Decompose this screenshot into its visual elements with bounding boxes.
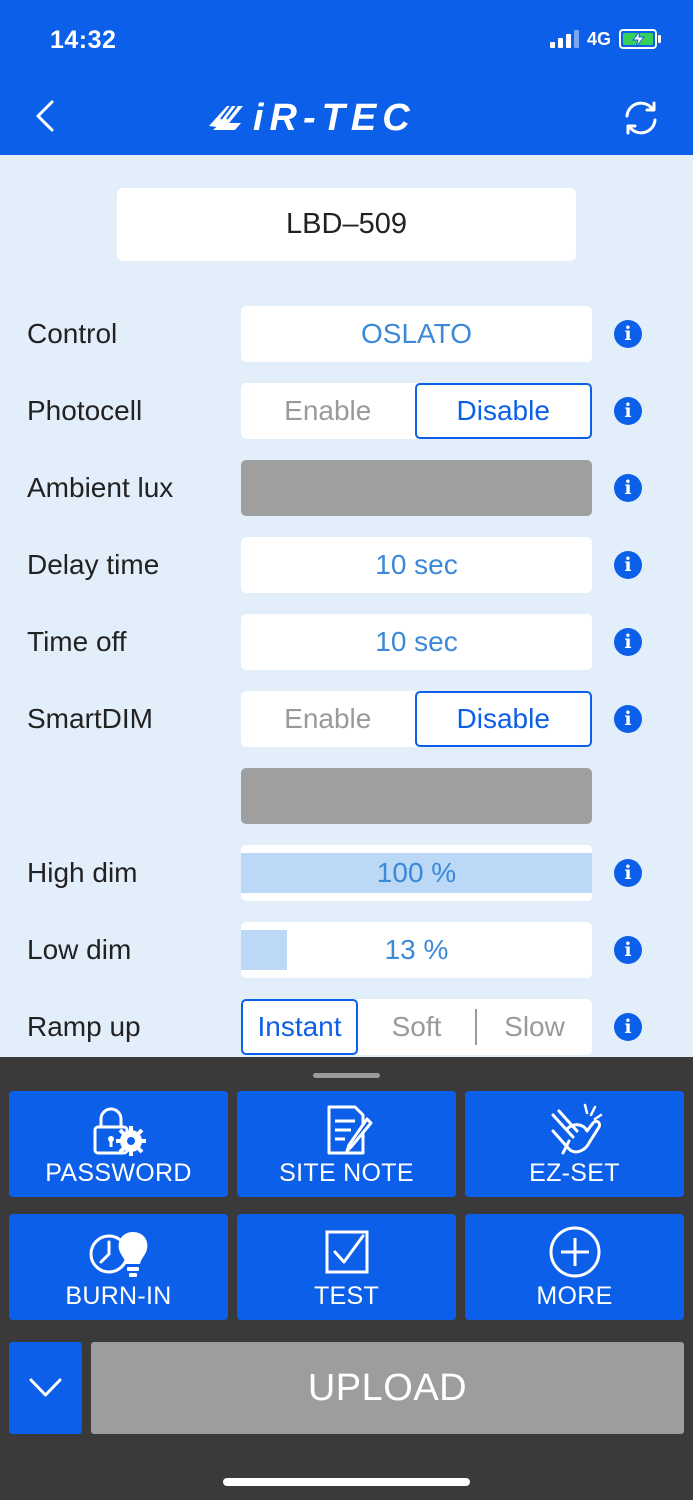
checkbox-icon	[325, 1230, 368, 1274]
control-select[interactable]: OSLATO	[241, 306, 592, 362]
lock-gear-icon	[93, 1107, 146, 1156]
test-button[interactable]: TEST	[237, 1214, 456, 1320]
smartdim-disable-option[interactable]: Disable	[414, 691, 592, 747]
network-type: 4G	[586, 28, 611, 49]
password-label: PASSWORD	[45, 1159, 192, 1187]
low-dim-slider[interactable]: 13 %	[241, 922, 592, 978]
plus-circle-icon	[549, 1226, 600, 1278]
photocell-info-icon[interactable]: i	[614, 397, 642, 425]
more-label: MORE	[536, 1282, 613, 1310]
ramp-up-label: Ramp up	[27, 1011, 141, 1042]
burn-in-button[interactable]: BURN-IN	[9, 1214, 228, 1320]
photocell-toggle: Enable Disable	[241, 383, 592, 439]
ambient-lux-info-icon[interactable]: i	[614, 474, 642, 502]
photocell-label: Photocell	[27, 395, 143, 426]
test-label: TEST	[313, 1282, 380, 1310]
smartdim-setting-field	[241, 768, 592, 824]
upload-button[interactable]: UPLOAD	[91, 1342, 684, 1434]
ramp-instant-option[interactable]: Instant	[241, 999, 358, 1055]
chevron-down-icon	[29, 1378, 62, 1397]
site-note-button[interactable]: SITE NOTE	[237, 1091, 456, 1197]
smartdim-info-icon[interactable]: i	[614, 705, 642, 733]
smartdim-toggle: Enable Disable	[241, 691, 592, 747]
app-header: 14:32 4G iR-TEC	[0, 0, 693, 155]
control-info-icon[interactable]: i	[614, 320, 642, 348]
ambient-lux-field	[241, 460, 592, 516]
time-off-select[interactable]: 10 sec	[241, 614, 592, 670]
status-time: 14:32	[50, 26, 117, 54]
clock-bulb-icon	[89, 1232, 147, 1277]
note-pen-icon	[327, 1105, 372, 1155]
photocell-disable-option[interactable]: Disable	[414, 383, 592, 439]
smartdim-label: SmartDIM	[27, 703, 153, 734]
refresh-button[interactable]	[620, 98, 662, 138]
signal-icon	[549, 30, 579, 48]
site-note-label: SITE NOTE	[279, 1159, 414, 1187]
home-indicator[interactable]	[223, 1478, 470, 1486]
ramp-up-info-icon[interactable]: i	[614, 1013, 642, 1041]
smartdim-enable-option[interactable]: Enable	[241, 691, 415, 747]
burn-in-label: BURN-IN	[65, 1282, 172, 1310]
ambient-lux-label: Ambient lux	[27, 472, 174, 503]
battery-charging-icon	[619, 29, 661, 49]
ramp-up-toggle: Instant Soft Slow	[241, 999, 592, 1055]
delay-time-label: Delay time	[27, 549, 160, 580]
collapse-button[interactable]	[9, 1342, 82, 1434]
pointing-hand-icon	[551, 1103, 602, 1155]
delay-time-select[interactable]: 10 sec	[241, 537, 592, 593]
low-dim-value: 13 %	[384, 934, 449, 965]
password-button[interactable]: PASSWORD	[9, 1091, 228, 1197]
time-off-info-icon[interactable]: i	[614, 628, 642, 656]
high-dim-value: 100 %	[376, 857, 457, 888]
device-name: LBD–509	[117, 188, 576, 261]
ramp-slow-option[interactable]: Slow	[477, 999, 592, 1055]
irtec-logo: iR-TEC	[209, 97, 416, 138]
sheet-drag-handle[interactable]	[313, 1073, 380, 1078]
delay-time-info-icon[interactable]: i	[614, 551, 642, 579]
low-dim-level-fill	[241, 930, 287, 970]
time-off-label: Time off	[27, 626, 127, 657]
ez-set-button[interactable]: EZ-SET	[465, 1091, 684, 1197]
photocell-enable-option[interactable]: Enable	[241, 383, 415, 439]
more-button[interactable]: MORE	[465, 1214, 684, 1320]
ez-set-label: EZ-SET	[529, 1159, 620, 1187]
control-label: Control	[27, 318, 118, 349]
svg-text:iR-TEC: iR-TEC	[253, 97, 416, 138]
high-dim-slider[interactable]: 100 %	[241, 845, 592, 901]
status-indicators: 4G	[549, 28, 663, 50]
back-button[interactable]	[30, 96, 60, 136]
high-dim-label: High dim	[27, 857, 138, 888]
low-dim-label: Low dim	[27, 934, 132, 965]
high-dim-info-icon[interactable]: i	[614, 859, 642, 887]
low-dim-info-icon[interactable]: i	[614, 936, 642, 964]
ramp-soft-option[interactable]: Soft	[358, 999, 475, 1055]
